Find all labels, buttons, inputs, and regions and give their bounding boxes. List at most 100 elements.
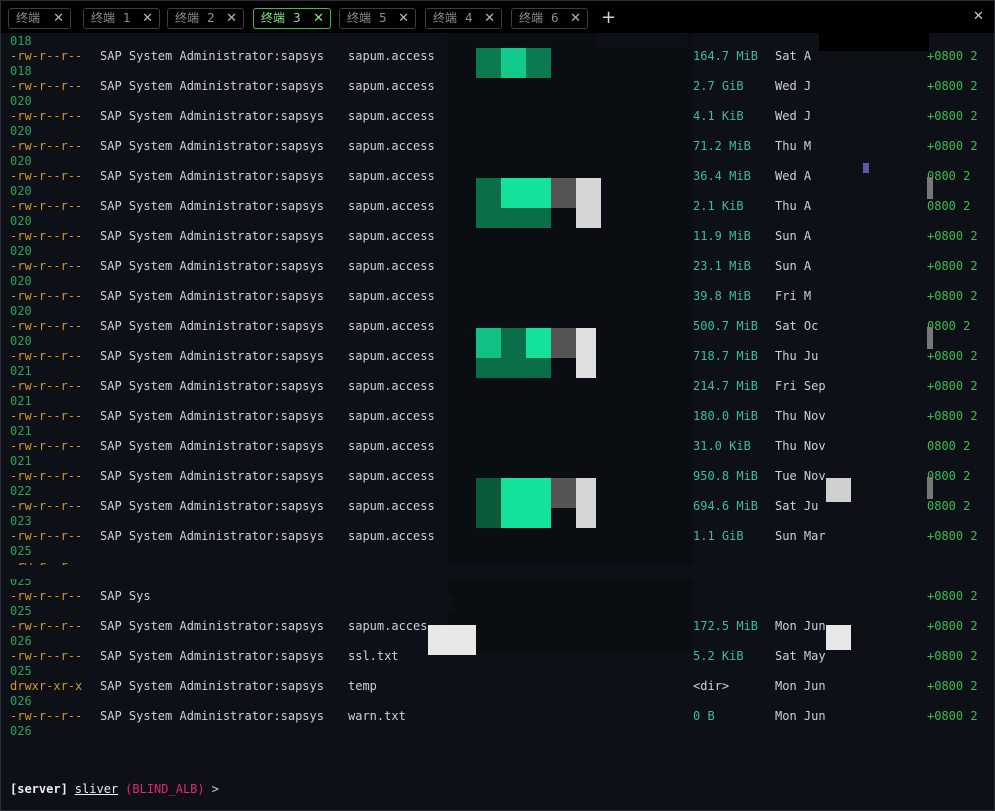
redaction-mask bbox=[693, 565, 943, 579]
owner-column: SAP System Administrator:sapsys bbox=[100, 499, 324, 513]
tab-terminal-2[interactable]: 终端 2 ✕ bbox=[167, 8, 244, 29]
redaction-mask bbox=[501, 48, 526, 78]
filename-column: sapum.access bbox=[348, 289, 435, 303]
redaction-mask bbox=[819, 21, 929, 51]
owner-column: SAP System Administrator:sapsys bbox=[100, 349, 324, 363]
terminal-window: + ✕ 终端 ✕ 终端 1 ✕ 终端 2 ✕ 终端 3 ✕ 终端 5 ✕ 终端 4 ✕ 终端 6 ✕ 018 018 02… bbox=[0, 0, 995, 811]
line-continuation: 020 bbox=[10, 94, 32, 108]
perm-column: -rw-r--r-- bbox=[10, 199, 83, 213]
filename-column: sapum.access bbox=[348, 319, 435, 333]
size-column: 4.1 KiB bbox=[693, 109, 744, 123]
tab-number: 5 bbox=[379, 11, 387, 25]
date-column: Thu Nov bbox=[775, 409, 826, 423]
perm-column: -rw-r--r-- bbox=[10, 139, 83, 153]
date-column: Tue Nov bbox=[775, 469, 826, 483]
date-column: Sun A bbox=[775, 229, 812, 243]
tab-close-icon[interactable]: ✕ bbox=[484, 9, 495, 28]
size-column: 5.2 KiB bbox=[693, 649, 744, 663]
new-tab-button[interactable]: + bbox=[601, 7, 616, 28]
perm-column: -rw-r--r-- bbox=[10, 349, 83, 363]
tab-terminal-6[interactable]: 终端 6 ✕ bbox=[511, 8, 588, 29]
tab-terminal-0[interactable]: 终端 ✕ bbox=[8, 8, 71, 29]
date-column: Sat Ju bbox=[775, 499, 819, 513]
timezone-column: +0800 2 bbox=[927, 79, 978, 93]
tab-terminal-4[interactable]: 终端 4 ✕ bbox=[425, 8, 502, 29]
timezone-column: 0800 2 bbox=[927, 439, 971, 453]
tab-terminal-5[interactable]: 终端 5 ✕ bbox=[339, 8, 416, 29]
size-column: 214.7 MiB bbox=[693, 379, 759, 393]
tab-terminal-3[interactable]: 终端 3 ✕ bbox=[253, 8, 331, 29]
size-column: 31.0 KiB bbox=[693, 439, 751, 453]
tab-label: 终端 bbox=[16, 11, 41, 25]
line-continuation: 025 bbox=[10, 604, 32, 618]
date-column: Sat May bbox=[775, 649, 826, 663]
filename-column: sapum.access bbox=[348, 409, 435, 423]
size-column: 36.4 MiB bbox=[693, 169, 751, 183]
tab-close-icon[interactable]: ✕ bbox=[570, 9, 581, 28]
shell-prompt[interactable]: [server] sliver (BLIND_ALB) > bbox=[10, 782, 219, 796]
filename-column: sapum.access bbox=[348, 169, 435, 183]
filename-column: sapum.access bbox=[348, 499, 435, 513]
owner-column: SAP System Administrator:sapsys bbox=[100, 49, 324, 63]
line-continuation: 021 bbox=[10, 454, 32, 468]
timezone-column: +0800 2 bbox=[927, 49, 978, 63]
owner-column: SAP System Administrator:sapsys bbox=[100, 169, 324, 183]
filename-column: sapum.access bbox=[348, 229, 435, 243]
perm-column: -rw-r--r-- bbox=[10, 229, 83, 243]
timezone-column: 0800 2 bbox=[927, 499, 971, 513]
listing-row: -rw-r--r-- SAP System Administrator:sapsy… bbox=[1, 709, 994, 724]
close-window-icon[interactable]: ✕ bbox=[973, 9, 984, 24]
size-column: 718.7 MiB bbox=[693, 349, 759, 363]
tab-close-icon[interactable]: ✕ bbox=[313, 9, 324, 28]
size-column: 164.7 MiB bbox=[693, 49, 759, 63]
redaction-mask bbox=[826, 625, 851, 650]
line-continuation: 020 bbox=[10, 184, 32, 198]
redaction-mask bbox=[161, 595, 453, 611]
filename-column: sapum.access bbox=[348, 79, 435, 93]
owner-column: SAP System Administrator:sapsys bbox=[100, 469, 324, 483]
filename-column: sapum.access bbox=[348, 199, 435, 213]
size-column: 2.1 KiB bbox=[693, 199, 744, 213]
redaction-mask bbox=[428, 625, 476, 655]
date-column: Sat A bbox=[775, 49, 812, 63]
filename-column: temp bbox=[348, 679, 377, 693]
redaction-mask bbox=[551, 178, 576, 208]
tab-close-icon[interactable]: ✕ bbox=[226, 9, 237, 28]
date-column: Sun A bbox=[775, 259, 812, 273]
line-continuation: 020 bbox=[10, 124, 32, 138]
timezone-column: 0800 2 bbox=[927, 169, 971, 183]
redaction-mask bbox=[927, 177, 933, 199]
owner-column: SAP System Administrator:sapsys bbox=[100, 79, 324, 93]
tab-number: 6 bbox=[551, 11, 559, 25]
timezone-column: +0800 2 bbox=[927, 619, 978, 633]
date-column: Sat Oc bbox=[775, 319, 819, 333]
timezone-column: 0800 2 bbox=[927, 319, 971, 333]
redaction-mask bbox=[576, 478, 596, 528]
line-continuation: 025 bbox=[10, 544, 32, 558]
line-continuation: 020 bbox=[10, 244, 32, 258]
date-column: Thu Nov bbox=[775, 439, 826, 453]
perm-column: -rw-r--r-- bbox=[10, 319, 83, 333]
tab-close-icon[interactable]: ✕ bbox=[53, 9, 64, 28]
date-column: Wed A bbox=[775, 169, 812, 183]
size-column: 950.8 MiB bbox=[693, 469, 759, 483]
date-column: Thu M bbox=[775, 139, 812, 153]
date-column: Thu Ju bbox=[775, 349, 819, 363]
tab-close-icon[interactable]: ✕ bbox=[142, 9, 153, 28]
size-column: 694.6 MiB bbox=[693, 499, 759, 513]
owner-column: SAP System Administrator:sapsys bbox=[100, 409, 324, 423]
timezone-column: 0800 2 bbox=[927, 199, 971, 213]
tab-terminal-1[interactable]: 终端 1 ✕ bbox=[83, 8, 160, 29]
line-continuation: 020 bbox=[10, 274, 32, 288]
redaction-mask bbox=[597, 33, 687, 47]
terminal-output[interactable]: 018 018 020 020 020 020 020 020 020 020 020 021 021 0… bbox=[1, 21, 994, 810]
tab-label: 终端 bbox=[519, 11, 544, 25]
redaction-mask bbox=[526, 328, 551, 358]
timezone-column: +0800 2 bbox=[927, 259, 978, 273]
tab-close-icon[interactable]: ✕ bbox=[398, 9, 409, 28]
perm-column: -rw-r--r-- bbox=[10, 709, 83, 723]
prompt-caret: > bbox=[211, 782, 219, 796]
line-continuation: 018 bbox=[10, 64, 32, 78]
tab-label: 终端 bbox=[91, 11, 116, 25]
owner-column: SAP System Administrator:sapsys bbox=[100, 289, 324, 303]
